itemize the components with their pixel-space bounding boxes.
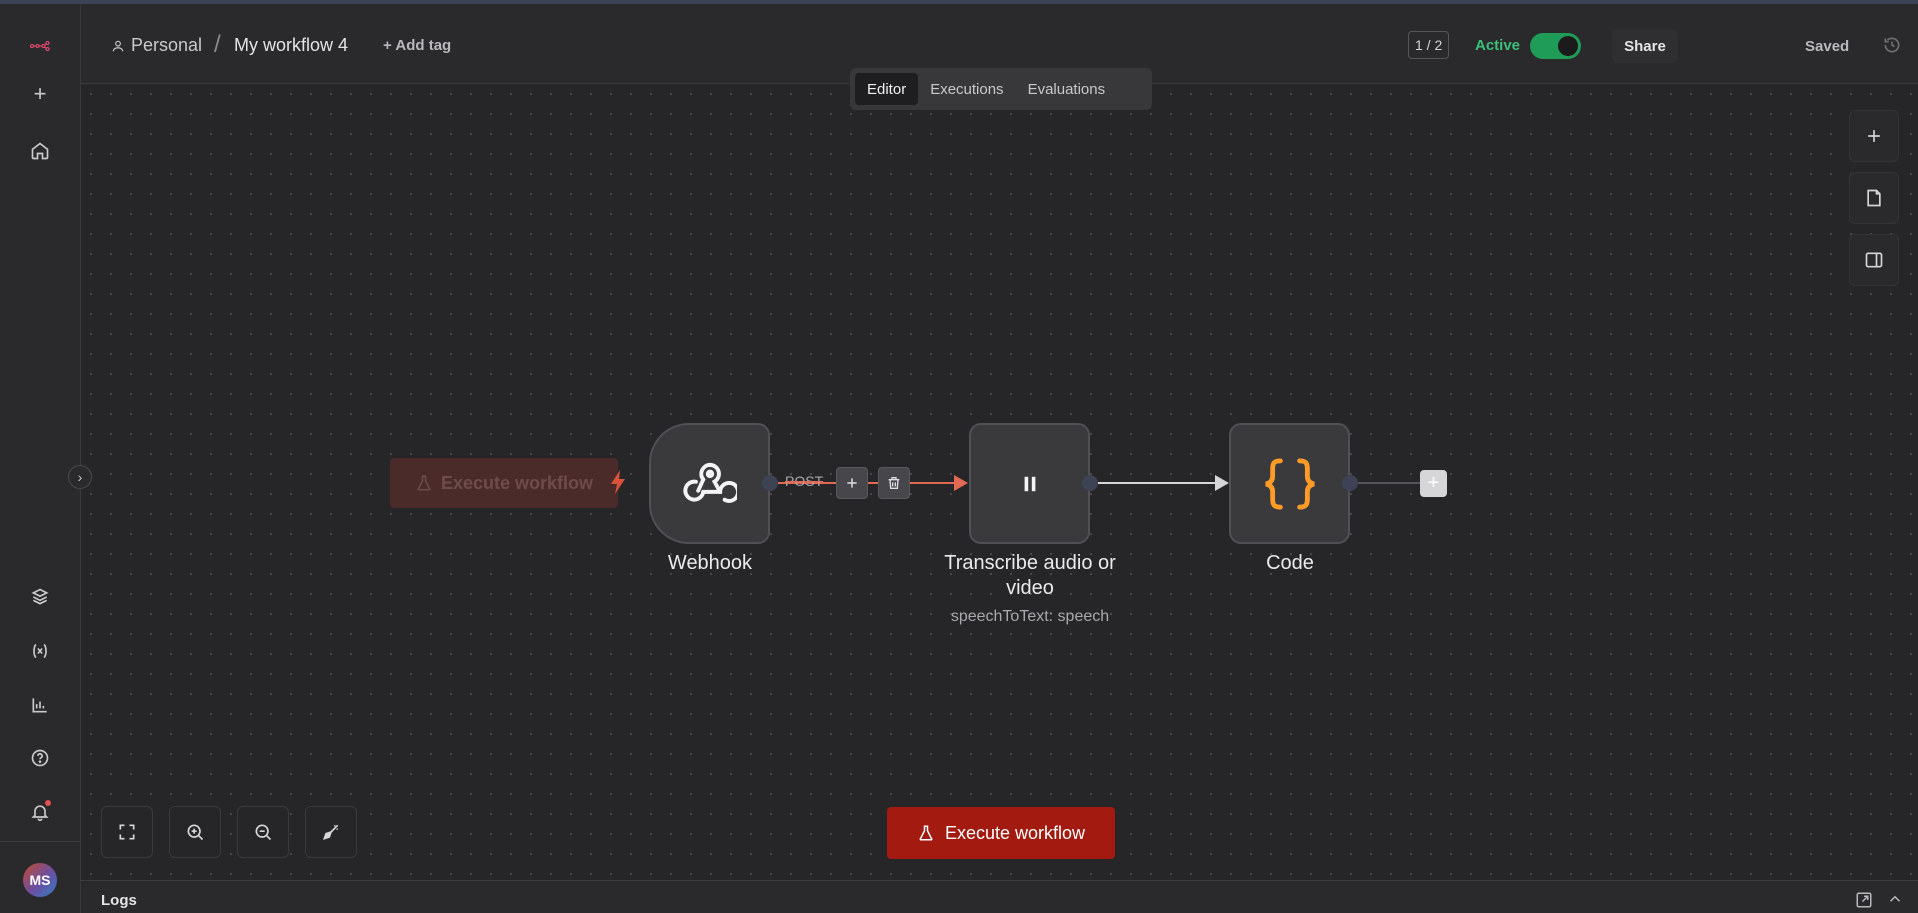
variables-icon[interactable] — [20, 631, 60, 671]
webhook-title: Webhook — [667, 552, 753, 574]
sidebar-expand-chevron-icon[interactable]: › — [68, 465, 92, 489]
sidebar-divider — [0, 841, 81, 842]
left-sidebar: + MS — [0, 4, 81, 913]
notifications-bell-icon[interactable] — [20, 792, 60, 832]
node-webhook[interactable] — [649, 423, 770, 544]
canvas-right-toolbar — [1849, 110, 1899, 296]
toggle-knob — [1558, 36, 1578, 56]
notification-dot — [45, 800, 51, 806]
project-name: Personal — [131, 35, 203, 55]
tab-executions[interactable]: Executions — [918, 73, 1015, 105]
connection-arrow-icon — [1215, 475, 1229, 491]
execute-workflow-label: Execute workflow — [944, 822, 1086, 843]
workflow-name[interactable]: My workflow 4 — [234, 35, 348, 56]
tidy-up-button[interactable] — [305, 806, 357, 858]
fit-view-icon — [119, 824, 135, 840]
breadcrumb-project[interactable]: Personal — [111, 35, 202, 56]
code-output-handle[interactable] — [1342, 475, 1358, 491]
broom-icon — [323, 824, 339, 840]
insert-node-button[interactable] — [836, 467, 868, 499]
plus-icon — [1868, 130, 1880, 142]
flask-icon — [919, 825, 933, 841]
saved-status: Saved — [1805, 38, 1850, 55]
sticky-note-button[interactable] — [1849, 172, 1899, 224]
code-title: Code — [1266, 552, 1314, 574]
plus-icon — [847, 478, 857, 488]
zoom-in-icon — [187, 824, 204, 841]
webhook-output-handle[interactable] — [762, 475, 778, 491]
add-node-button[interactable] — [1849, 110, 1899, 162]
webhook-icon — [682, 462, 737, 503]
connection-arrow-icon — [954, 475, 968, 491]
active-label: Active — [1475, 37, 1521, 54]
pop-out-icon[interactable] — [1855, 891, 1873, 909]
home-icon[interactable] — [20, 131, 60, 171]
node-transcribe[interactable] — [969, 423, 1090, 544]
code-braces-icon — [1264, 457, 1315, 510]
trash-icon — [888, 477, 900, 489]
app-window: + MS › Personal / My workflow 4 + Add ta… — [0, 0, 1918, 913]
logs-panel-bar[interactable]: Logs — [81, 880, 1918, 913]
node-code[interactable] — [1229, 423, 1350, 544]
logs-label: Logs — [101, 892, 137, 909]
trigger-bolt-icon — [611, 470, 625, 494]
panel-icon — [1865, 252, 1883, 268]
templates-icon[interactable] — [20, 577, 60, 617]
flask-icon — [417, 475, 431, 491]
user-icon — [112, 40, 124, 51]
add-next-node-button[interactable]: + — [1420, 470, 1447, 497]
insights-icon[interactable] — [20, 685, 60, 725]
version-counter[interactable]: 1 / 2 — [1408, 31, 1450, 59]
zoom-in-button[interactable] — [169, 806, 221, 858]
add-tag-button[interactable]: + Add tag — [383, 37, 451, 54]
delete-connection-button[interactable] — [878, 467, 910, 499]
sticky-note-icon — [1867, 189, 1881, 207]
output-stub-line — [1358, 482, 1420, 484]
zoom-out-icon — [255, 824, 272, 841]
transcribe-title: Transcribe audio or video — [944, 552, 1116, 599]
connection-label: POST — [785, 473, 824, 489]
chevron-up-icon[interactable] — [1886, 890, 1904, 908]
execute-workflow-button[interactable]: Execute workflow — [887, 807, 1115, 859]
toggle-panel-button[interactable] — [1849, 234, 1899, 286]
user-avatar[interactable]: MS — [23, 863, 57, 897]
transcribe-output-handle[interactable] — [1082, 475, 1098, 491]
share-button[interactable]: Share — [1612, 29, 1678, 63]
fit-view-button[interactable] — [101, 806, 153, 858]
history-icon[interactable] — [1882, 35, 1902, 55]
breadcrumb-separator: / — [214, 31, 221, 58]
tab-evaluations[interactable]: Evaluations — [1016, 73, 1118, 105]
zoom-out-button[interactable] — [237, 806, 289, 858]
tab-editor[interactable]: Editor — [855, 73, 919, 105]
trigger-execute-label: Execute workflow — [440, 472, 594, 493]
pause-icon — [1024, 476, 1035, 491]
active-toggle[interactable] — [1530, 33, 1581, 59]
trigger-execute-button[interactable]: Execute workflow — [390, 458, 618, 508]
connection-line[interactable] — [1098, 482, 1218, 484]
help-icon[interactable] — [20, 738, 60, 778]
n8n-logo-icon[interactable] — [20, 26, 60, 66]
transcribe-subtitle: speechToText: speech — [950, 608, 1110, 625]
add-icon[interactable]: + — [20, 74, 60, 114]
view-tabs: Editor Executions Evaluations — [850, 68, 1152, 110]
